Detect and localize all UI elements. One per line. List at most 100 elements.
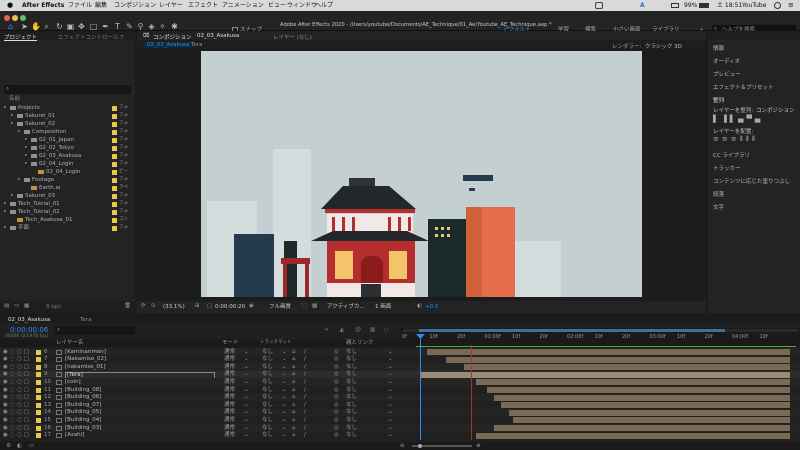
shy-icon[interactable]: ☺: [355, 327, 361, 334]
mode-dropdown-chevron-icon[interactable]: ⌄: [244, 410, 249, 416]
parent-pickwhip-icon[interactable]: ◎: [334, 417, 339, 424]
zoom-dropdown[interactable]: (33.1%): [163, 304, 185, 311]
input-source-icon[interactable]: A: [640, 2, 645, 9]
layer-name[interactable]: [Kaminarimon]: [65, 349, 106, 356]
parent-pickwhip-icon[interactable]: ◎: [334, 364, 339, 371]
composition-canvas[interactable]: [201, 51, 642, 297]
layer-trkmat-dropdown[interactable]: なし: [262, 372, 273, 378]
parent-dropdown-chevron-icon[interactable]: ⌄: [388, 402, 393, 409]
project-item[interactable]: ▸ 02_02_Tokyo フォ: [0, 144, 133, 152]
switch-shy-icon[interactable]: ⌂: [292, 433, 296, 439]
parent-pickwhip-icon[interactable]: ◎: [334, 395, 339, 401]
layer-mode-dropdown[interactable]: 通常: [224, 349, 235, 356]
switch-shy-icon[interactable]: ⌂: [292, 357, 296, 363]
layer-parent-dropdown[interactable]: なし: [346, 417, 357, 424]
parent-dropdown-chevron-icon[interactable]: ⌄: [388, 410, 393, 416]
roto-brush-tool-icon[interactable]: ✧: [158, 22, 167, 31]
visibility-eye-icon[interactable]: ◉: [3, 410, 8, 416]
label-color-swatch[interactable]: [112, 145, 117, 151]
label-color-swatch[interactable]: [112, 169, 117, 175]
label-color-swatch[interactable]: [112, 177, 117, 183]
timeline-zoom-knob[interactable]: [418, 444, 422, 448]
tab-effect-controls[interactable]: エフェクトコントロール T: [58, 33, 124, 41]
switch-quality-icon[interactable]: /: [304, 357, 306, 363]
wifi-signal-icon[interactable]: [671, 3, 679, 8]
zoom-in-icon[interactable]: ⊕: [476, 443, 481, 450]
switch-shy-icon[interactable]: ⌂: [292, 425, 296, 432]
layer-parent-dropdown[interactable]: なし: [346, 425, 357, 432]
parent-pickwhip-icon[interactable]: ◎: [334, 379, 339, 386]
audio-icon[interactable]: ◌: [10, 387, 15, 394]
zoom-tool-icon[interactable]: ⌕: [42, 22, 51, 31]
menu-effect[interactable]: エフェクト: [188, 2, 218, 9]
audio-icon[interactable]: ◌: [10, 410, 15, 416]
new-folder-icon[interactable]: ▭: [14, 303, 19, 310]
switch-shy-icon[interactable]: ⌂: [292, 410, 296, 416]
eraser-tool-icon[interactable]: ◈: [147, 22, 156, 31]
col-track-matte[interactable]: トラックマット: [260, 340, 292, 346]
layer-row[interactable]: ◉ ◌ ○ □ 17 [Asahi] 通常 ⌄ なし ⌄ ⌂ / ◎ なし ⌄: [0, 431, 800, 440]
solo-icon[interactable]: ○: [17, 410, 22, 416]
parent-dropdown-chevron-icon[interactable]: ⌄: [388, 387, 393, 394]
disclosure-triangle-icon[interactable]: ▸: [25, 153, 27, 159]
disclosure-triangle-icon[interactable]: ▸: [25, 161, 27, 167]
panel-info[interactable]: 情報: [713, 44, 724, 52]
switch-quality-icon[interactable]: /: [304, 417, 306, 424]
layer-mode-dropdown[interactable]: 通常: [224, 410, 235, 416]
parent-pickwhip-icon[interactable]: ◎: [334, 372, 339, 378]
parent-dropdown-chevron-icon[interactable]: ⌄: [388, 372, 393, 378]
lock-icon[interactable]: □: [24, 364, 29, 371]
spotlight-icon[interactable]: [774, 2, 781, 9]
lock-icon[interactable]: □: [24, 402, 29, 409]
switch-quality-icon[interactable]: /: [304, 433, 306, 439]
lock-icon[interactable]: □: [24, 395, 29, 401]
layer-trkmat-dropdown[interactable]: なし: [262, 387, 273, 394]
mode-dropdown-chevron-icon[interactable]: ⌄: [244, 372, 249, 378]
views-dropdown[interactable]: 1 画面: [375, 304, 391, 311]
tab-project[interactable]: プロジェクト: [4, 33, 37, 41]
project-item[interactable]: 02_04_Login ビー: [0, 168, 133, 176]
visibility-eye-icon[interactable]: ◉: [3, 417, 8, 424]
lock-icon[interactable]: □: [24, 372, 29, 378]
switch-shy-icon[interactable]: ⌂: [292, 417, 296, 424]
clone-stamp-tool-icon[interactable]: ⚲: [136, 22, 145, 31]
trkmat-dropdown-chevron-icon[interactable]: ⌄: [282, 425, 287, 432]
label-color-swatch[interactable]: [36, 387, 41, 393]
audio-icon[interactable]: ◌: [10, 364, 15, 371]
lock-icon[interactable]: □: [24, 379, 29, 386]
motion-blur-icon[interactable]: ◌: [384, 327, 389, 334]
label-color-swatch[interactable]: [36, 379, 41, 385]
layer-trkmat-dropdown[interactable]: なし: [262, 379, 273, 386]
project-item[interactable]: Earth.ai ラベ: [0, 184, 133, 192]
layer-duration-bar[interactable]: [501, 402, 790, 409]
label-color-swatch[interactable]: [36, 395, 41, 401]
trkmat-dropdown-chevron-icon[interactable]: ⌄: [282, 379, 287, 386]
label-color-swatch[interactable]: [112, 185, 117, 191]
project-search-input[interactable]: ⌕: [4, 85, 131, 94]
label-color-swatch[interactable]: [36, 425, 41, 431]
layer-trkmat-dropdown[interactable]: なし: [262, 357, 273, 363]
layer-name[interactable]: [Building_04]: [65, 417, 101, 424]
panel-audio[interactable]: オーディオ: [713, 57, 740, 65]
label-color-swatch[interactable]: [112, 225, 117, 231]
interpret-footage-icon[interactable]: ▤: [4, 303, 9, 310]
frame-blend-icon[interactable]: ▥: [370, 327, 375, 334]
switch-shy-icon[interactable]: ⌂: [292, 349, 296, 356]
audio-icon[interactable]: ◌: [10, 379, 15, 386]
timeline-tab-tera[interactable]: Tera: [80, 317, 91, 323]
mode-dropdown-chevron-icon[interactable]: ⌄: [244, 349, 249, 356]
label-color-swatch[interactable]: [112, 113, 117, 119]
solo-icon[interactable]: ○: [17, 387, 22, 394]
parent-pickwhip-icon[interactable]: ◎: [334, 410, 339, 416]
visibility-eye-icon[interactable]: ◉: [3, 349, 8, 356]
timeline-tab-asakusa[interactable]: 02_03_Asakusa: [8, 317, 50, 323]
mask-icon[interactable]: ▢: [207, 303, 212, 310]
project-item[interactable]: ▸ Composition フォ: [0, 128, 133, 136]
delete-icon[interactable]: 🗑: [124, 303, 131, 310]
layer-name[interactable]: [nakamise_01]: [65, 364, 106, 371]
layer-name[interactable]: [Building_05]: [65, 410, 101, 416]
switch-shy-icon[interactable]: ⌂: [292, 379, 296, 386]
project-item[interactable]: ▸ Sakurei_01 フォ: [0, 112, 133, 120]
user-name[interactable]: YouTube: [742, 2, 766, 9]
camera-dropdown[interactable]: アクティブカ...: [327, 304, 365, 311]
